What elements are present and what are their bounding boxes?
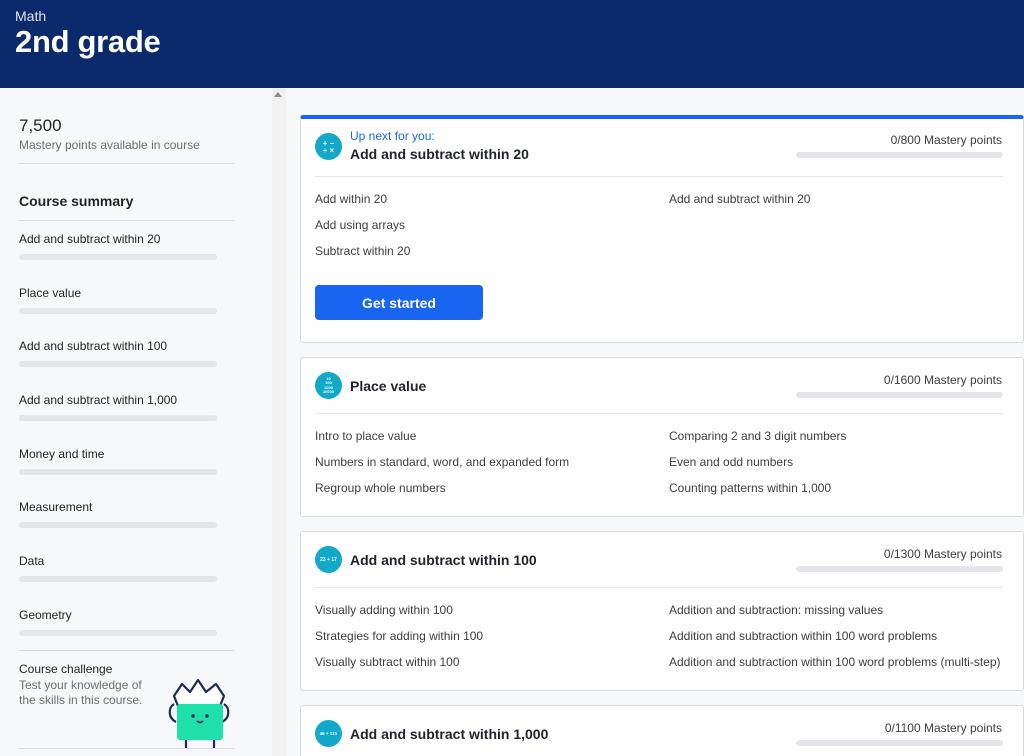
course-challenge-mascot-icon[interactable] [164, 674, 236, 752]
sidebar-divider [19, 220, 234, 221]
unit-card-add-subtract-20: + − ÷ × Up next for you: Add and subtract… [300, 115, 1024, 343]
skill-link[interactable]: Intro to place value [315, 429, 655, 443]
sidebar-divider [19, 650, 234, 651]
sidebar-progress-bar [19, 361, 217, 367]
unit-title[interactable]: Add and subtract within 20 [350, 146, 529, 162]
skill-link[interactable]: Numbers in standard, word, and expanded … [315, 455, 655, 469]
unit-divider [315, 587, 1003, 588]
sidebar-progress-bar [19, 254, 217, 260]
skill-link[interactable]: Visually adding within 100 [315, 603, 655, 617]
skill-link[interactable]: Visually subtract within 100 [315, 655, 655, 669]
sidebar-item-label: Add and subtract within 1,000 [19, 393, 178, 407]
sidebar-item-add-subtract-100[interactable]: Add and subtract within 100 [19, 339, 219, 367]
skill-link[interactable]: Add within 20 [315, 192, 655, 206]
operations-icon: + − ÷ × [315, 133, 342, 160]
sidebar-item-place-value[interactable]: Place value [19, 286, 219, 314]
skill-link[interactable]: Even and odd numbers [669, 455, 1005, 469]
scroll-up-arrow-icon[interactable] [274, 92, 282, 97]
skill-link[interactable]: Strategies for adding within 100 [315, 629, 655, 643]
sum-icon-label: 46 + 121 [319, 730, 338, 736]
sidebar-progress-bar [19, 522, 217, 528]
skill-link[interactable]: Add using arrays [315, 218, 655, 232]
page-title: 2nd grade [15, 24, 161, 59]
unit-title[interactable]: Add and subtract within 1,000 [350, 726, 548, 742]
up-next-label: Up next for you: [350, 129, 435, 143]
sidebar-item-label: Measurement [19, 500, 93, 514]
skill-link[interactable]: Add and subtract within 20 [669, 192, 1005, 206]
course-summary-title: Course summary [19, 193, 134, 209]
unit-mastery-points: 0/1600 Mastery points [883, 373, 1002, 387]
unit-divider [315, 176, 1003, 177]
sidebar-divider [19, 163, 234, 164]
skill-link[interactable]: Addition and subtraction within 100 word… [669, 655, 1005, 669]
course-challenge-title[interactable]: Course challenge [19, 662, 112, 676]
place-value-icon: 10 100 1000 10000 [315, 372, 342, 399]
sidebar-item-label: Data [19, 554, 45, 568]
skill-link[interactable]: Addition and subtraction: missing values [669, 603, 1005, 617]
unit-title[interactable]: Add and subtract within 100 [350, 552, 537, 568]
sidebar-progress-bar [19, 415, 217, 421]
skill-link[interactable]: Addition and subtraction within 100 word… [669, 629, 1005, 643]
course-sidebar [0, 88, 272, 756]
unit-divider [315, 413, 1003, 414]
unit-progress-bar [796, 740, 1003, 746]
course-points-total: 7,500 [19, 116, 62, 135]
sidebar-item-data[interactable]: Data [19, 554, 219, 582]
sum-icon-label: 23 + 17 [320, 556, 337, 563]
unit-progress-bar [796, 152, 1003, 158]
sidebar-item-add-subtract-1000[interactable]: Add and subtract within 1,000 [19, 393, 219, 421]
sum-icon: 23 + 17 [315, 546, 342, 573]
sidebar-item-label: Money and time [19, 447, 105, 461]
sidebar-item-label: Add and subtract within 100 [19, 339, 168, 353]
course-header: Math 2nd grade [0, 0, 1024, 88]
sidebar-item-measurement[interactable]: Measurement [19, 500, 219, 528]
sidebar-progress-bar [19, 630, 217, 636]
skill-link[interactable]: Regroup whole numbers [315, 481, 655, 495]
sidebar-progress-bar [19, 469, 217, 475]
unit-card-add-subtract-1000: 46 + 121 Add and subtract within 1,000 0… [300, 705, 1024, 756]
breadcrumb-math[interactable]: Math [15, 8, 46, 24]
sidebar-item-money-time[interactable]: Money and time [19, 447, 219, 475]
course-points-label: Mastery points available in course [19, 138, 200, 152]
unit-card-add-subtract-100: 23 + 17 Add and subtract within 100 0/13… [300, 531, 1024, 691]
place-value-icon-label: 10000 [322, 389, 335, 394]
sidebar-item-label: Geometry [19, 608, 72, 622]
course-challenge-description: Test your knowledge of the skills in thi… [19, 678, 143, 707]
skill-link[interactable]: Comparing 2 and 3 digit numbers [669, 429, 1005, 443]
skill-link[interactable]: Counting patterns within 1,000 [669, 481, 1005, 495]
sidebar-item-add-subtract-20[interactable]: Add and subtract within 20 [19, 232, 219, 260]
sidebar-item-label: Place value [19, 286, 82, 300]
get-started-button[interactable]: Get started [315, 285, 483, 320]
sidebar-progress-bar [19, 576, 217, 582]
sidebar-item-geometry[interactable]: Geometry [19, 608, 219, 636]
unit-mastery-points: 0/1100 Mastery points [884, 721, 1002, 735]
unit-progress-bar [796, 392, 1003, 398]
sum-icon: 46 + 121 [315, 720, 342, 747]
sidebar-divider [19, 748, 234, 749]
unit-card-place-value: 10 100 1000 10000 Place value 0/1600 Mas… [300, 357, 1024, 517]
sidebar-item-label: Add and subtract within 20 [19, 232, 161, 246]
unit-title[interactable]: Place value [350, 378, 426, 394]
unit-progress-bar [796, 566, 1003, 572]
skill-link[interactable]: Subtract within 20 [315, 244, 655, 258]
unit-mastery-points: 0/800 Mastery points [890, 133, 1002, 147]
sidebar-scrollbar[interactable] [272, 88, 286, 756]
unit-mastery-points: 0/1300 Mastery points [883, 547, 1002, 561]
sidebar-progress-bar [19, 308, 217, 314]
